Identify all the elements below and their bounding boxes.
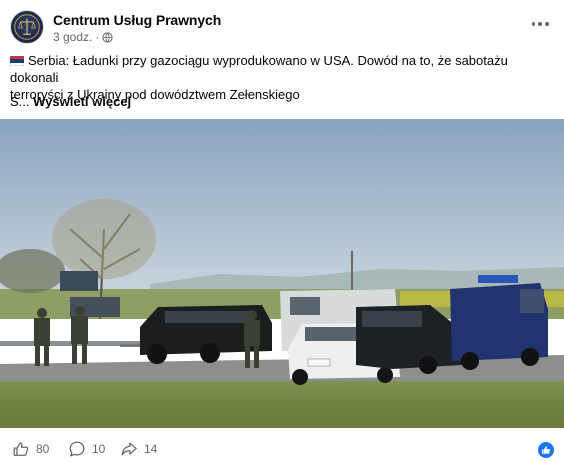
comment-icon — [69, 441, 85, 457]
see-more-link[interactable]: Wyświetl więcej — [33, 94, 131, 109]
post-footer: 80 10 14 — [0, 432, 564, 462]
post-header: Centrum Usług Prawnych 3 godz. · — [0, 0, 564, 52]
like-count: 80 — [36, 442, 50, 456]
more-options-icon[interactable] — [530, 14, 550, 34]
globe-icon — [102, 31, 113, 43]
photo-image — [0, 119, 564, 428]
comment-count: 10 — [92, 442, 106, 456]
page-name[interactable]: Centrum Usług Prawnych — [53, 12, 221, 28]
share-icon — [121, 442, 137, 456]
see-more-line: S... Wyświetl więcej — [10, 94, 131, 109]
post-text-line1: Serbia: Ładunki przy gazociągu wyproduko… — [10, 53, 508, 85]
like-action[interactable]: 80 — [12, 440, 49, 458]
law-office-logo — [14, 14, 40, 40]
like-reaction-icon[interactable] — [538, 442, 554, 458]
truncated-text: S... — [10, 94, 30, 109]
share-count: 14 — [144, 442, 158, 456]
meta-separator: · — [95, 30, 100, 44]
reaction-thumb-icon — [542, 446, 551, 454]
thumbs-up-icon — [13, 442, 29, 456]
post-meta: 3 godz. · — [53, 30, 113, 44]
serbia-flag-icon — [10, 56, 24, 66]
page-avatar[interactable] — [10, 10, 44, 44]
comment-action[interactable]: 10 — [68, 440, 105, 458]
post-time[interactable]: 3 godz. — [53, 30, 92, 44]
feed-post: Centrum Usług Prawnych 3 godz. · Serbia:… — [0, 0, 564, 462]
post-photo[interactable] — [0, 119, 564, 428]
share-action[interactable]: 14 — [120, 440, 157, 458]
